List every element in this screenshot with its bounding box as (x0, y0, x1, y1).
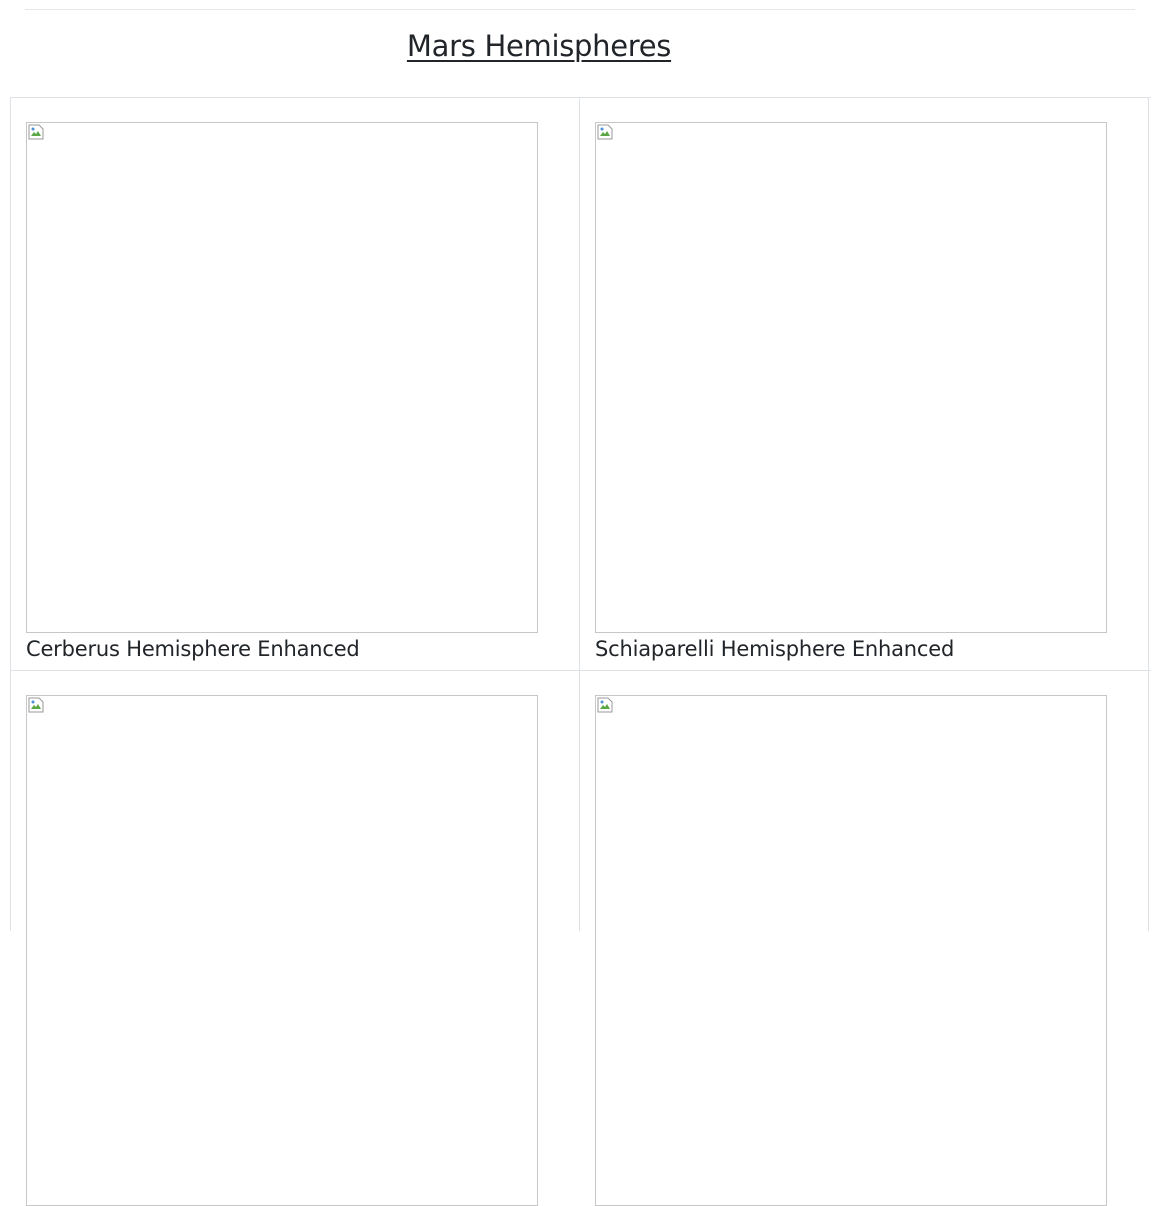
hemisphere-title: Cerberus Hemisphere Enhanced (26, 637, 360, 661)
broken-image-icon (28, 697, 44, 713)
broken-image-icon (597, 697, 613, 713)
hemisphere-card: Schiaparelli Hemisphere Enhanced (580, 98, 1149, 670)
hemisphere-image[interactable] (26, 695, 538, 1206)
hemisphere-image[interactable] (595, 695, 1107, 1206)
hemisphere-card (580, 671, 1149, 1206)
broken-image-icon (597, 124, 613, 140)
hemisphere-row (11, 671, 1151, 1206)
hemisphere-row: Cerberus Hemisphere Enhanced Schiaparell… (11, 98, 1151, 671)
hemisphere-image[interactable] (26, 122, 538, 633)
hemisphere-image[interactable] (595, 122, 1107, 633)
hemisphere-card: Cerberus Hemisphere Enhanced (11, 98, 580, 670)
hemisphere-title: Schiaparelli Hemisphere Enhanced (595, 637, 955, 661)
broken-image-icon (28, 124, 44, 140)
page-title: Mars Hemispheres (406, 29, 672, 63)
hemisphere-grid: Cerberus Hemisphere Enhanced Schiaparell… (10, 97, 1151, 1206)
hemisphere-card (11, 671, 580, 1206)
top-divider (25, 9, 1135, 10)
